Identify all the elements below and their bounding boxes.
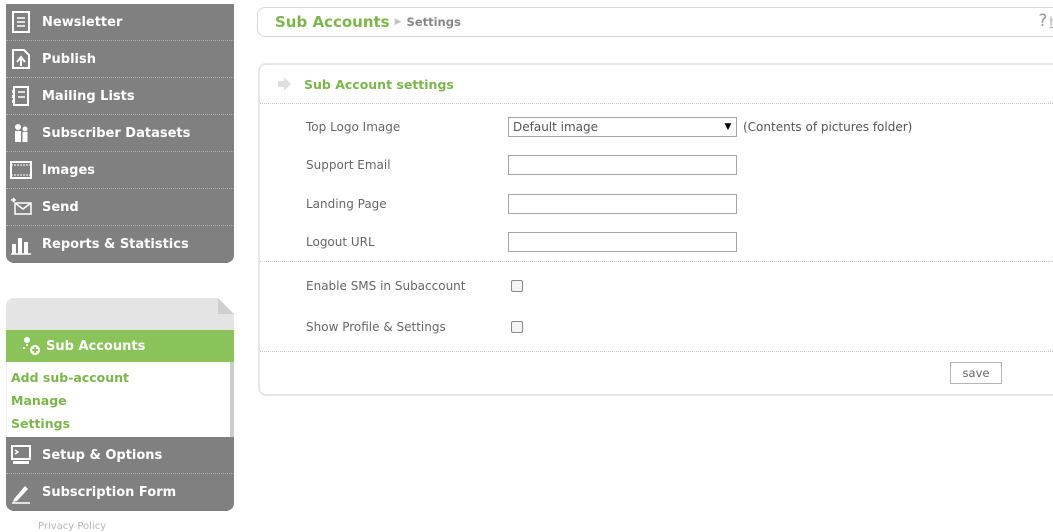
sidebar-item-label: Setup & Options <box>42 447 163 463</box>
publish-icon <box>10 48 32 70</box>
sidebar-item-label: Subscriber Datasets <box>42 125 191 141</box>
sidebar-item-label: Mailing Lists <box>42 88 135 104</box>
top-logo-hint: (Contents of pictures folder) <box>743 120 913 134</box>
setup-icon <box>10 444 32 466</box>
help-icon: ? <box>1038 11 1048 31</box>
support-email-label: Support Email <box>306 158 391 172</box>
sidebar-item-images[interactable]: Images <box>6 152 234 189</box>
sub-accounts-links: Add sub-account Manage Settings <box>6 362 234 437</box>
sidebar-link-manage[interactable]: Manage <box>11 389 230 412</box>
sidebar-item-label: Publish <box>42 51 96 67</box>
sidebar-item-send[interactable]: Send <box>6 189 234 226</box>
sidebar-item-subscriber-datasets[interactable]: Subscriber Datasets <box>6 115 234 152</box>
subscription-form-icon <box>10 482 32 504</box>
help-text: h <box>1049 15 1053 29</box>
divider <box>260 351 1053 352</box>
breadcrumb-section[interactable]: Sub Accounts <box>275 13 390 31</box>
sidebar-item-publish[interactable]: Publish <box>6 41 234 78</box>
top-logo-label: Top Logo Image <box>306 120 401 134</box>
newsletter-icon <box>10 11 32 33</box>
privacy-policy-link[interactable]: Privacy Policy <box>6 521 234 532</box>
sidebar-link-settings[interactable]: Settings <box>11 412 230 435</box>
sidebar-item-label: Send <box>42 199 79 215</box>
support-email-field[interactable] <box>508 155 737 175</box>
subscribers-icon <box>10 122 32 144</box>
send-icon <box>10 196 32 218</box>
help-link[interactable]: ?h <box>1038 11 1053 31</box>
sidebar-item-label: Reports & Statistics <box>42 237 189 252</box>
logout-url-field[interactable] <box>508 232 737 252</box>
sidebar-item-mailing-lists[interactable]: Mailing Lists <box>6 78 234 115</box>
breadcrumb-current: Settings <box>406 15 461 29</box>
sidebar-item-label: Subscription Form <box>42 485 177 500</box>
sidebar: Newsletter Publish Mailing Lists Subscri… <box>6 4 234 532</box>
top-logo-select[interactable]: Default image ▼ <box>508 117 737 137</box>
show-profile-checkbox[interactable] <box>511 321 523 333</box>
main-nav: Newsletter Publish Mailing Lists Subscri… <box>6 4 234 263</box>
landing-page-label: Landing Page <box>306 197 387 211</box>
sidebar-item-setup-options[interactable]: Setup & Options <box>6 437 234 474</box>
sidebar-item-newsletter[interactable]: Newsletter <box>6 4 234 41</box>
sub-accounts-tab <box>6 298 234 330</box>
breadcrumb-separator-icon: ▶ <box>394 17 402 27</box>
top-logo-row: Top Logo Image Default image ▼ (Contents… <box>306 115 912 139</box>
sidebar-item-label: Newsletter <box>42 14 123 30</box>
chevron-down-icon: ▼ <box>721 119 735 135</box>
breadcrumb: Sub Accounts ▶ Settings ?h <box>257 7 1053 37</box>
divider <box>260 261 1053 262</box>
landing-page-row: Landing Page <box>306 192 737 216</box>
sub-accounts-section: Sub Accounts Add sub-account Manage Sett… <box>6 298 234 532</box>
enable-sms-row: Enable SMS in Subaccount <box>306 274 523 298</box>
logout-url-row: Logout URL <box>306 230 737 254</box>
sub-accounts-header[interactable]: Sub Accounts <box>6 330 234 362</box>
top-logo-value: Default image <box>513 120 599 134</box>
save-button[interactable]: save <box>950 362 1002 384</box>
support-email-row: Support Email <box>306 153 737 177</box>
arrow-right-icon <box>278 77 291 91</box>
sidebar-item-reports[interactable]: Reports & Statistics <box>6 226 234 263</box>
show-profile-row: Show Profile & Settings <box>306 315 523 339</box>
landing-page-field[interactable] <box>508 194 737 214</box>
enable-sms-checkbox[interactable] <box>511 280 523 292</box>
sidebar-item-subscription-form[interactable]: Subscription Form <box>6 474 234 511</box>
show-profile-label: Show Profile & Settings <box>306 320 446 334</box>
mailing-lists-icon <box>10 85 32 107</box>
sub-accounts-title: Sub Accounts <box>46 338 146 354</box>
panel-header: Sub Account settings <box>260 65 1053 104</box>
logout-url-label: Logout URL <box>306 235 375 249</box>
settings-panel: Sub Account settings Top Logo Image Defa… <box>258 63 1053 396</box>
reports-icon <box>10 234 32 256</box>
sidebar-item-label: Images <box>42 162 96 178</box>
sub-accounts-icon <box>23 337 40 355</box>
bottom-nav: Setup & Options Subscription Form <box>6 437 234 511</box>
sidebar-link-add-sub-account[interactable]: Add sub-account <box>11 366 230 389</box>
images-icon <box>10 159 32 181</box>
panel-title: Sub Account settings <box>304 76 454 92</box>
enable-sms-label: Enable SMS in Subaccount <box>306 279 466 293</box>
